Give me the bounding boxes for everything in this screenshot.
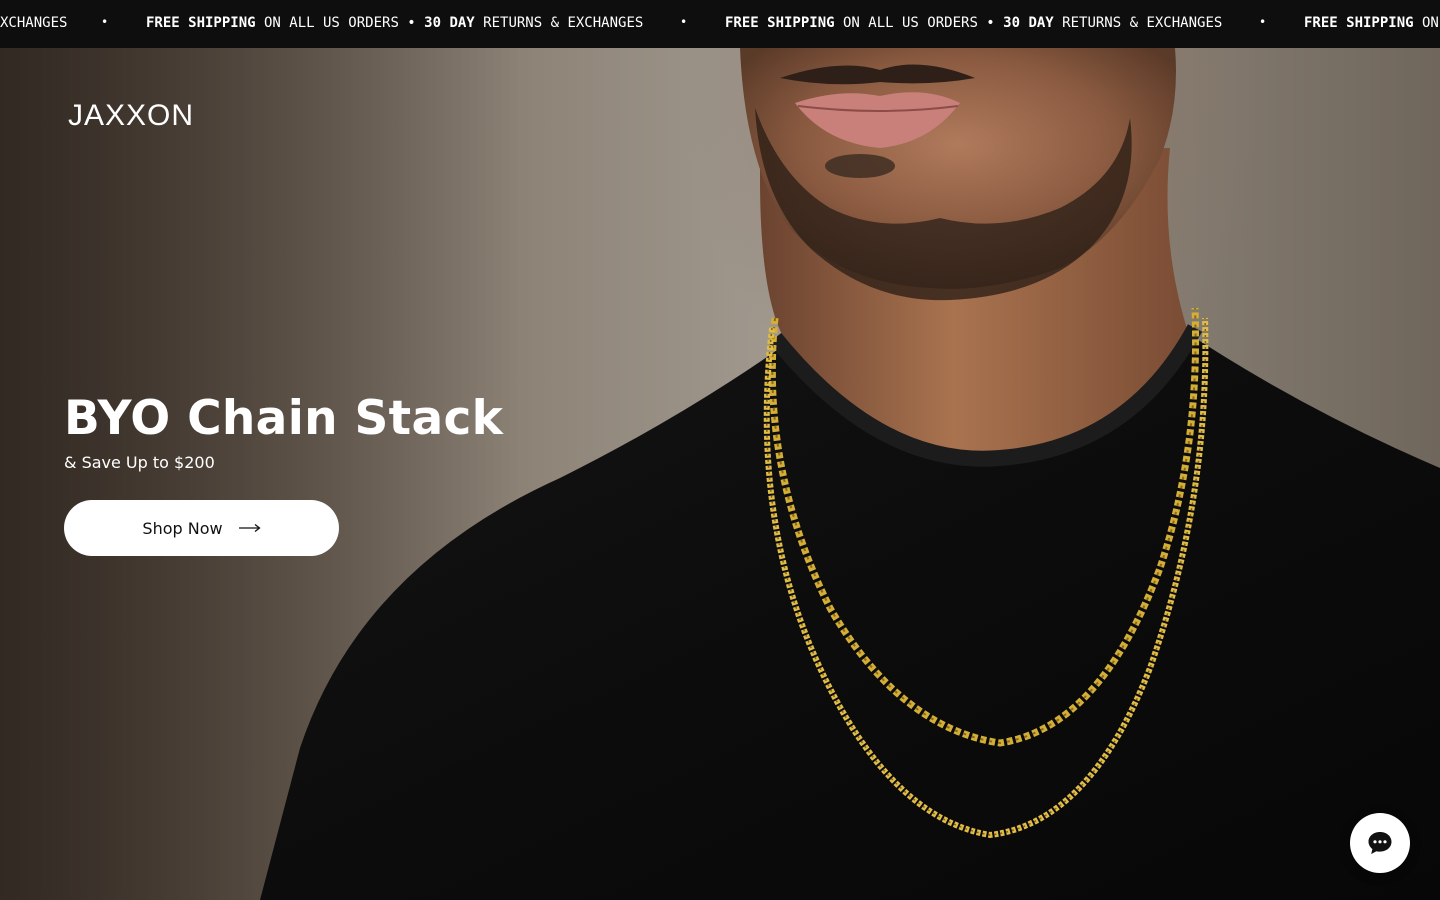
announcement-message: FREE SHIPPING ON ALL US ORDERS • 30 DAY … bbox=[725, 15, 1223, 31]
announcement-bullet: • bbox=[680, 15, 688, 29]
announcement-message: FREE SHIPPING ON ALL US ORDERS • 30 DAY … bbox=[146, 15, 644, 31]
brand-logo[interactable]: JAXXON bbox=[68, 99, 214, 131]
chat-widget-button[interactable] bbox=[1350, 813, 1410, 873]
announcement-fragment: XCHANGES bbox=[0, 15, 68, 31]
hero-subtitle: & Save Up to $200 bbox=[64, 453, 215, 472]
svg-text:JAXXON: JAXXON bbox=[68, 99, 194, 131]
hero-photo bbox=[0, 48, 1440, 900]
announcement-bullet: • bbox=[1259, 15, 1267, 29]
announcement-message-partial: FREE SHIPPING ON bbox=[1304, 15, 1439, 31]
announcement-bullet: • bbox=[101, 15, 109, 29]
chat-bubble-icon bbox=[1368, 832, 1392, 854]
hero-banner[interactable]: JAXXON BYO Chain Stack & Save Up to $200… bbox=[0, 48, 1440, 900]
announcement-bar: XCHANGES • FREE SHIPPING ON ALL US ORDER… bbox=[0, 0, 1440, 48]
hero-title: BYO Chain Stack bbox=[64, 391, 504, 446]
arrow-right-icon bbox=[238, 523, 261, 533]
shop-now-button[interactable]: Shop Now bbox=[64, 500, 339, 556]
shop-now-label: Shop Now bbox=[142, 518, 223, 538]
